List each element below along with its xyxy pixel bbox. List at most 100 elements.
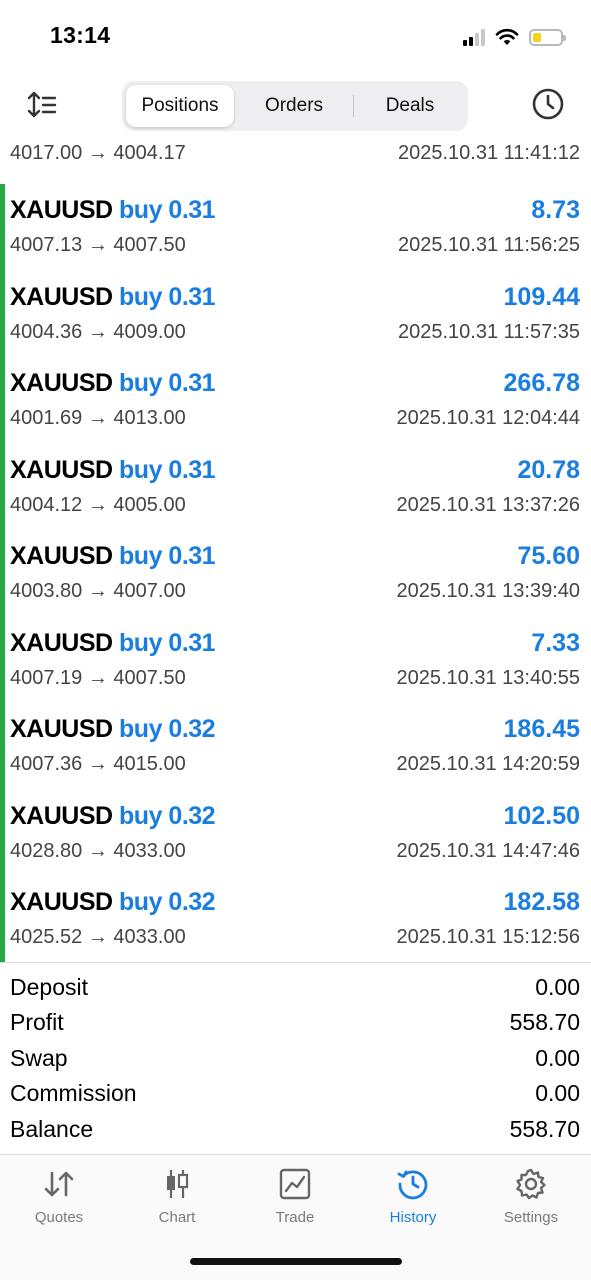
- wifi-icon: [495, 28, 519, 45]
- deal-symbol: XAUUSD: [10, 715, 113, 743]
- list-item[interactable]: XAUUSD buy 0.31 75.60 4003.80 → 4007.00 …: [0, 530, 591, 617]
- tab-history[interactable]: History: [354, 1165, 472, 1235]
- deal-symbol: XAUUSD: [10, 542, 113, 570]
- deal-prices: 4007.36 → 4015.00: [10, 753, 186, 775]
- deal-symbol-line: XAUUSD buy 0.31: [10, 282, 216, 312]
- deal-profit: 20.78: [517, 455, 580, 484]
- tab-label: History: [389, 1209, 437, 1226]
- summary-row-balance: Balance 558.70: [0, 1113, 591, 1148]
- summary-value: 558.70: [509, 1009, 580, 1036]
- deal-symbol-line: XAUUSD buy 0.32: [10, 715, 216, 744]
- deal-symbol-line: XAUUSD buy 0.31: [10, 196, 216, 225]
- summary-label: Commission: [10, 1080, 137, 1107]
- tab-orders[interactable]: Orders: [238, 85, 350, 127]
- tab-positions[interactable]: Positions: [126, 85, 234, 127]
- tab-label: Quotes: [34, 1209, 84, 1226]
- deal-side: buy 0.31: [119, 542, 216, 570]
- trade-chart-icon: [279, 1168, 311, 1200]
- list-item[interactable]: XAUUSD buy 0.31 8.73 4007.13 → 4007.50 2…: [0, 184, 591, 271]
- deal-symbol-line: XAUUSD buy 0.32: [10, 801, 216, 831]
- tab-chart[interactable]: Chart: [118, 1165, 236, 1235]
- summary-value: 0.00: [535, 1044, 580, 1071]
- summary-row-profit: Profit 558.70: [0, 1006, 591, 1041]
- summary-row-deposit: Deposit 0.00: [0, 971, 591, 1006]
- deals-list[interactable]: 4017.00 → 4004.17 2025.10.31 11:41:12 XA…: [0, 136, 591, 962]
- tab-quotes[interactable]: Quotes: [0, 1165, 118, 1235]
- deal-profit: 102.50: [503, 801, 580, 830]
- summary-value: 558.70: [509, 1115, 580, 1142]
- status-time: 13:14: [50, 22, 111, 48]
- deal-profit: 75.60: [517, 542, 580, 570]
- list-item[interactable]: XAUUSD buy 0.31 20.78 4004.12 → 4005.00 …: [0, 444, 591, 531]
- summary-label: Profit: [10, 1009, 64, 1036]
- deal-symbol: XAUUSD: [10, 888, 113, 916]
- deal-symbol: XAUUSD: [10, 455, 113, 484]
- list-item[interactable]: XAUUSD buy 0.31 7.33 4007.19 → 4007.50 2…: [0, 617, 591, 704]
- status-icons: [463, 24, 566, 50]
- clock-icon[interactable]: [531, 87, 565, 121]
- summary-row-swap: Swap 0.00: [0, 1042, 591, 1077]
- list-item[interactable]: XAUUSD buy 0.31 266.78 4001.69 → 4013.00…: [0, 357, 591, 444]
- deal-datetime: 2025.10.31 11:56:25: [397, 234, 580, 256]
- deal-symbol-line: XAUUSD buy 0.31: [10, 628, 216, 658]
- deal-prices: 4025.52 → 4033.00: [10, 926, 186, 948]
- deal-profit: 109.44: [503, 282, 580, 311]
- summary-label: Balance: [10, 1115, 94, 1142]
- deal-prices: 4028.80 → 4033.00: [10, 839, 186, 862]
- deal-profit: 266.78: [503, 369, 580, 397]
- candlestick-icon: [167, 1170, 189, 1198]
- deal-side: buy 0.32: [119, 801, 216, 830]
- deal-symbol-line: XAUUSD buy 0.31: [10, 455, 216, 485]
- deal-side: buy 0.32: [119, 715, 216, 743]
- tab-label: Settings: [503, 1209, 559, 1226]
- summary-value: 0.00: [535, 974, 580, 1000]
- deal-prices: 4004.36 → 4009.00: [10, 320, 186, 343]
- deal-symbol: XAUUSD: [10, 628, 113, 657]
- segment-divider: [353, 95, 354, 117]
- deal-symbol-line: XAUUSD buy 0.31: [10, 369, 216, 398]
- deal-profit: 186.45: [503, 715, 580, 743]
- summary-row-commission: Commission 0.00: [0, 1077, 591, 1112]
- toolbar: Positions Orders Deals: [0, 72, 591, 136]
- deal-side: buy 0.31: [119, 282, 216, 311]
- deal-datetime: 2025.10.31 14:47:46: [396, 839, 580, 862]
- list-item[interactable]: 4017.00 → 4004.17 2025.10.31 11:41:12: [0, 136, 591, 184]
- signal-icon: [463, 28, 485, 46]
- home-indicator: [190, 1258, 402, 1265]
- tab-label: Trade: [275, 1209, 315, 1226]
- status-bar: 13:14: [0, 0, 591, 72]
- list-item[interactable]: XAUUSD buy 0.32 182.58 4025.52 → 4033.00…: [0, 876, 591, 962]
- deal-symbol-line: XAUUSD buy 0.31: [10, 542, 216, 571]
- deal-datetime: 2025.10.31 11:57:35: [397, 320, 580, 343]
- deal-symbol: XAUUSD: [10, 801, 113, 830]
- tab-label: Chart: [158, 1209, 196, 1226]
- tab-settings[interactable]: Settings: [472, 1165, 590, 1235]
- deal-datetime: 2025.10.31 14:20:59: [396, 753, 580, 775]
- summary-label: Deposit: [10, 974, 88, 1000]
- deal-prices: 4007.19 → 4007.50: [10, 666, 186, 689]
- battery-icon: [529, 28, 566, 46]
- summary-label: Swap: [10, 1044, 68, 1071]
- deal-prices: 4001.69 → 4013.00: [10, 407, 186, 429]
- deal-prices: 4017.00 → 4004.17: [10, 142, 186, 164]
- deal-side: buy 0.31: [119, 196, 216, 224]
- account-summary: Deposit 0.00 Profit 558.70 Swap 0.00 Com…: [0, 962, 591, 1154]
- summary-value: 0.00: [535, 1080, 580, 1107]
- deal-datetime: 2025.10.31 13:40:55: [396, 666, 580, 689]
- sort-icon[interactable]: [26, 90, 58, 120]
- deal-side: buy 0.31: [119, 455, 216, 484]
- tab-trade[interactable]: Trade: [236, 1165, 354, 1235]
- tab-segmented-control: Positions Orders Deals: [122, 81, 468, 131]
- deal-symbol: XAUUSD: [10, 369, 113, 397]
- list-item[interactable]: XAUUSD buy 0.32 102.50 4028.80 → 4033.00…: [0, 790, 591, 877]
- deal-side: buy 0.31: [119, 628, 216, 657]
- deal-profit: 182.58: [503, 888, 580, 916]
- tab-deals[interactable]: Deals: [356, 85, 464, 127]
- list-item[interactable]: XAUUSD buy 0.32 186.45 4007.36 → 4015.00…: [0, 703, 591, 790]
- gear-icon: [516, 1168, 546, 1200]
- quotes-icon: [44, 1171, 74, 1197]
- deal-datetime: 2025.10.31 15:12:56: [396, 926, 580, 948]
- list-item[interactable]: XAUUSD buy 0.31 109.44 4004.36 → 4009.00…: [0, 271, 591, 358]
- deal-datetime: 2025.10.31 11:41:12: [397, 142, 580, 164]
- deal-datetime: 2025.10.31 13:39:40: [396, 580, 580, 602]
